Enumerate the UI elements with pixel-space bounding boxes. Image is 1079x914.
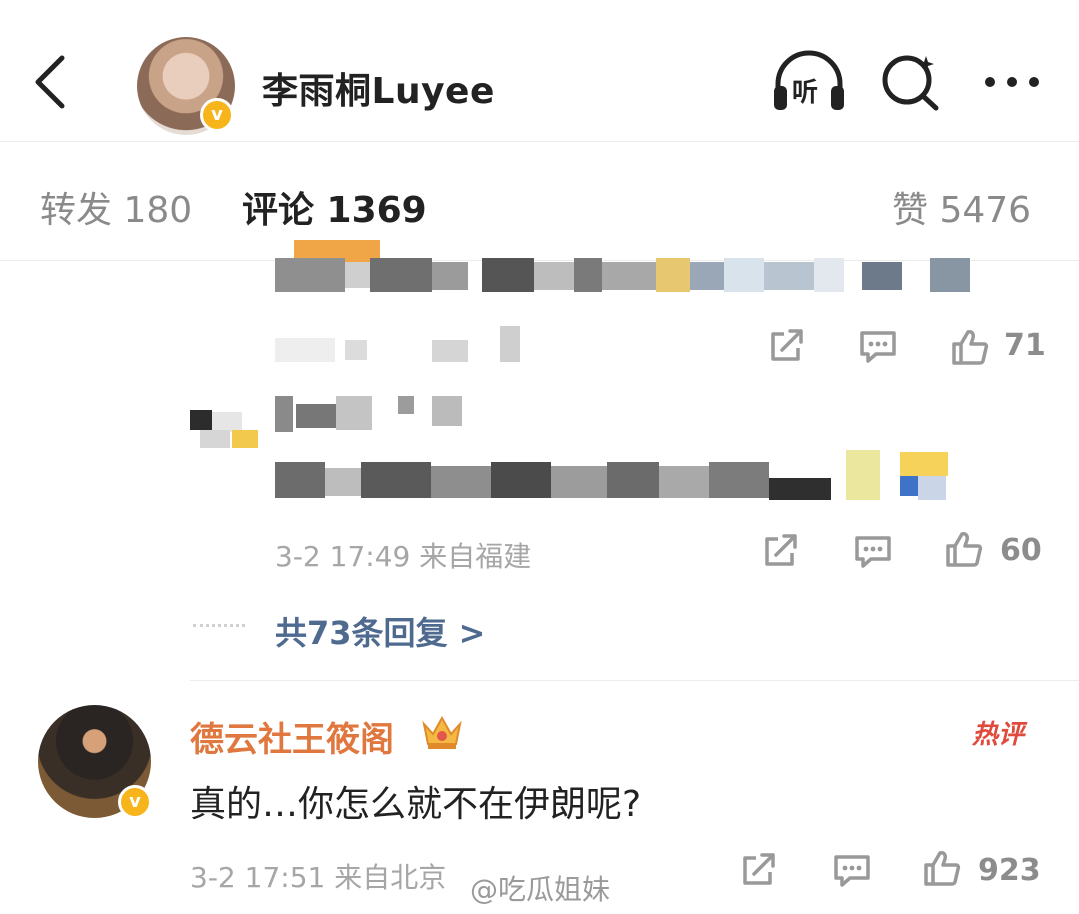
more-icon[interactable] <box>982 74 1042 90</box>
comment-divider <box>190 680 1079 681</box>
comment-icon[interactable] <box>858 328 898 364</box>
top-bar: v 李雨桐Luyee 听 <box>0 0 1079 142</box>
reply-timestamp: 3-2 17:49 来自福建 <box>275 540 532 573</box>
like-icon[interactable] <box>922 849 962 887</box>
watermark: @吃瓜姐妹 <box>470 873 611 906</box>
comment-text: 真的…你怎么就不在伊朗呢? <box>190 784 642 825</box>
like-icon[interactable] <box>944 530 984 568</box>
listen-label: 听 <box>792 78 819 108</box>
search-icon[interactable] <box>880 50 942 112</box>
crown-icon <box>422 715 462 749</box>
like-count: 923 <box>978 853 1041 888</box>
like-count: 60 <box>1000 533 1042 568</box>
view-replies-link[interactable]: 共73条回复 > <box>275 608 486 654</box>
reply-thread-divider <box>193 624 245 627</box>
comment-icon[interactable] <box>853 533 893 569</box>
hot-comment-badge: 热评 <box>972 720 1025 750</box>
tab-likes[interactable]: 赞 5476 <box>892 181 1031 233</box>
back-icon[interactable] <box>28 52 72 112</box>
comment-timestamp: 3-2 17:51 来自北京 <box>190 861 447 894</box>
page-title: 李雨桐Luyee <box>262 71 495 112</box>
verified-icon: v <box>118 785 152 819</box>
comment-icon[interactable] <box>832 852 872 888</box>
like-icon[interactable] <box>950 328 990 366</box>
verified-icon: v <box>200 98 234 132</box>
listen-button[interactable]: 听 <box>770 50 848 114</box>
tab-reposts[interactable]: 转发 180 <box>40 181 192 233</box>
tab-comments[interactable]: 评论 1369 <box>242 181 427 233</box>
commenter-name[interactable]: 德云社王筱阁 <box>190 712 394 761</box>
tab-bar: 转发 180 评论 1369 赞 5476 <box>0 143 1079 261</box>
share-icon[interactable] <box>740 852 778 888</box>
like-count: 71 <box>1004 328 1046 363</box>
share-icon[interactable] <box>762 533 800 569</box>
share-icon[interactable] <box>768 328 806 364</box>
